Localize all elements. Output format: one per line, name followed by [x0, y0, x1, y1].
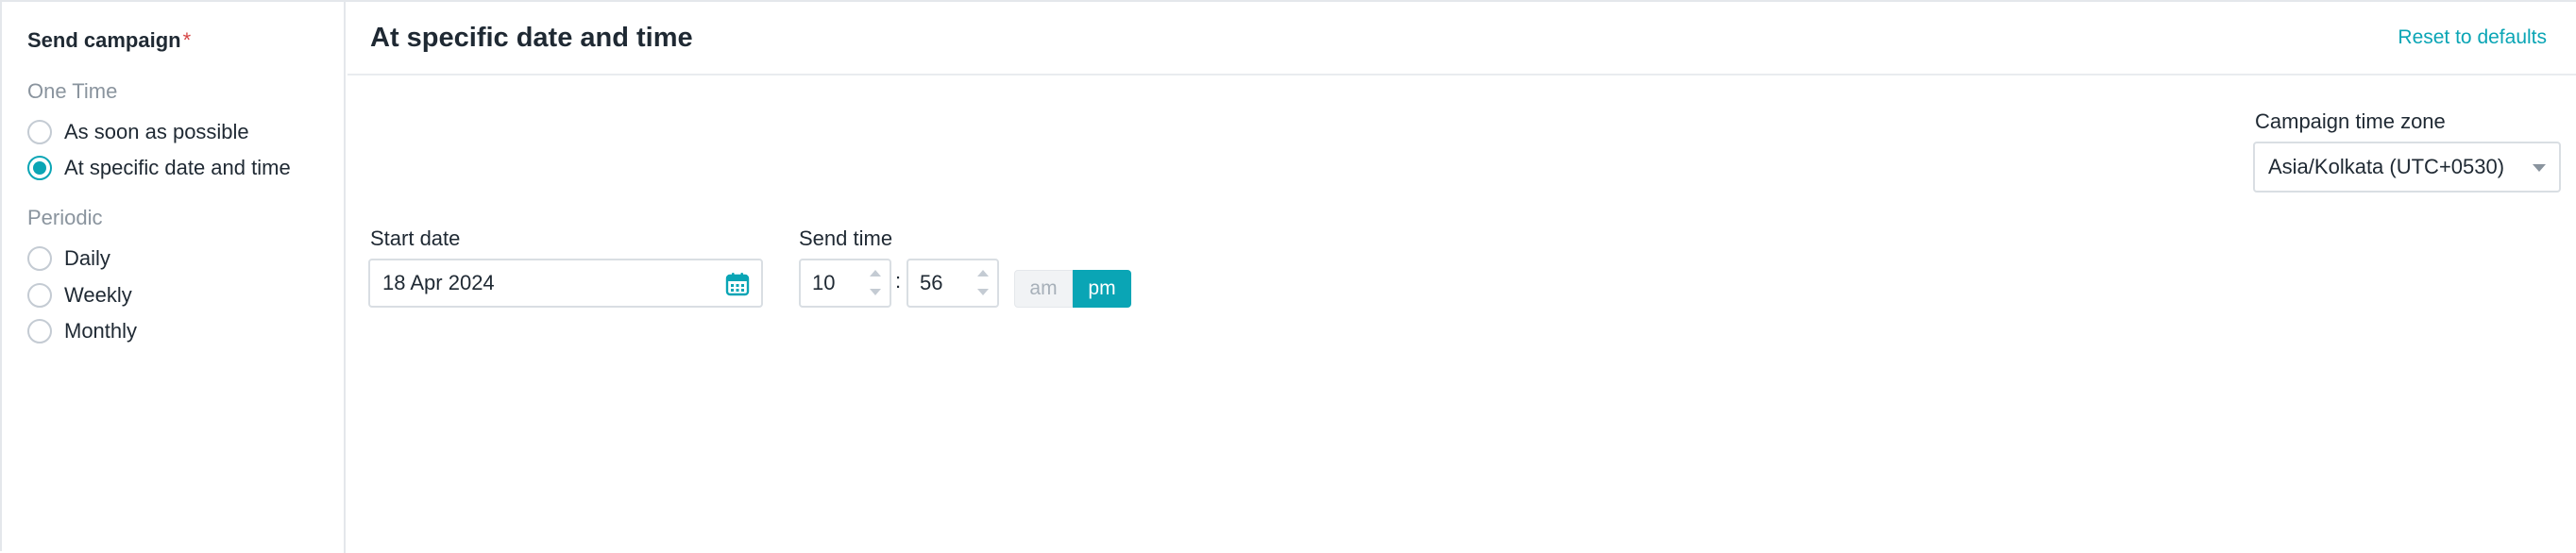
calendar-icon[interactable] — [725, 272, 750, 296]
radio-indicator-selected[interactable] — [27, 156, 52, 180]
send-time-label: Send time — [799, 226, 893, 250]
hour-spinner[interactable] — [869, 268, 882, 298]
pm-button[interactable]: pm — [1073, 270, 1131, 308]
minute-value: 56 — [920, 271, 943, 294]
send-campaign-title: Send campaign* — [27, 28, 192, 52]
radio-indicator[interactable] — [27, 246, 52, 271]
hour-stepper[interactable]: 10 — [799, 259, 891, 308]
radio-indicator[interactable] — [27, 283, 52, 308]
radio-label: Monthly — [64, 319, 138, 343]
radio-label: At specific date and time — [64, 156, 291, 179]
schedule-details: At specific date and time Reset to defau… — [347, 2, 2576, 553]
page-title: At specific date and time — [370, 23, 693, 53]
periodic-group-label: Periodic — [27, 206, 103, 229]
chevron-up-icon[interactable] — [977, 270, 989, 276]
radio-as-soon-as-possible[interactable]: As soon as possible — [27, 119, 249, 145]
required-mark: * — [182, 28, 192, 52]
radio-label: Daily — [64, 246, 110, 270]
timezone-select[interactable]: Asia/Kolkata (UTC+0530) — [2253, 142, 2561, 193]
radio-label: Weekly — [64, 283, 132, 307]
am-button[interactable]: am — [1014, 270, 1073, 308]
campaign-schedule-panel: Send campaign* One Time As soon as possi… — [0, 0, 2576, 553]
start-date-value: 18 Apr 2024 — [382, 271, 495, 294]
timezone-label: Campaign time zone — [2255, 109, 2446, 133]
chevron-down-icon — [2533, 164, 2546, 172]
chevron-up-icon[interactable] — [870, 270, 881, 276]
radio-indicator[interactable] — [27, 120, 52, 144]
chevron-down-icon[interactable] — [977, 289, 989, 295]
chevron-down-icon[interactable] — [870, 289, 881, 295]
minute-stepper[interactable]: 56 — [907, 259, 999, 308]
time-separator: : — [895, 269, 902, 293]
am-pm-toggle: am pm — [1014, 270, 1131, 308]
radio-daily[interactable]: Daily — [27, 245, 110, 272]
radio-indicator[interactable] — [27, 319, 52, 344]
start-date-input[interactable]: 18 Apr 2024 — [368, 259, 763, 308]
send-campaign-sidebar: Send campaign* One Time As soon as possi… — [2, 2, 346, 553]
hour-value: 10 — [812, 271, 836, 294]
reset-to-defaults-link[interactable]: Reset to defaults — [2398, 26, 2547, 49]
radio-weekly[interactable]: Weekly — [27, 282, 132, 309]
one-time-group-label: One Time — [27, 79, 118, 103]
radio-specific-date-time[interactable]: At specific date and time — [27, 155, 291, 181]
details-header: At specific date and time Reset to defau… — [347, 2, 2576, 75]
start-date-label: Start date — [370, 226, 461, 250]
minute-spinner[interactable] — [976, 268, 990, 298]
radio-label: As soon as possible — [64, 120, 249, 143]
radio-monthly[interactable]: Monthly — [27, 318, 137, 344]
timezone-value: Asia/Kolkata (UTC+0530) — [2268, 155, 2505, 178]
